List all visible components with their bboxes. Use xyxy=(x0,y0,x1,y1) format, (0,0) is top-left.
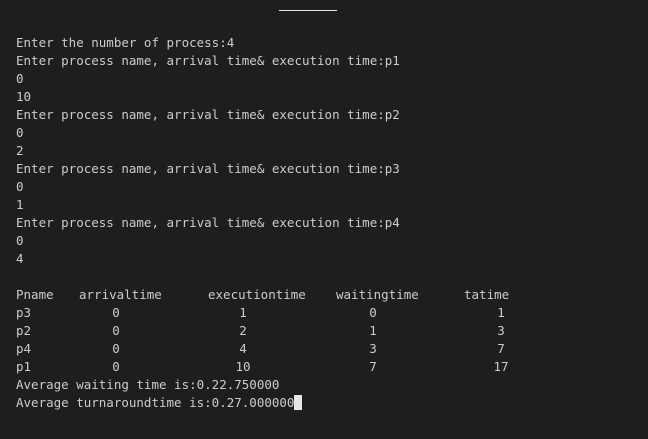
cell-pname: p4 xyxy=(16,341,32,356)
cell-waitingtime: 7 xyxy=(369,359,377,374)
terminal-window[interactable]: Enter the number of process:4 Enter proc… xyxy=(0,0,648,439)
input-execution-p4: 4 xyxy=(16,251,24,266)
table-row: p4 0 4 3 7 xyxy=(16,340,638,358)
cell-waitingtime: 0 xyxy=(369,305,377,320)
cell-executiontime: 4 xyxy=(239,341,247,356)
prompt-process-count: Enter the number of process:4 xyxy=(16,35,235,50)
cell-tatime: 7 xyxy=(497,341,505,356)
input-arrival-p2: 0 xyxy=(16,125,24,140)
prompt-process-p2: Enter process name, arrival time& execut… xyxy=(16,107,400,122)
table-row: p3 0 1 0 1 xyxy=(16,304,638,322)
cell-arrivaltime: 0 xyxy=(112,323,120,338)
cell-pname: p2 xyxy=(16,323,32,338)
cell-pname: p1 xyxy=(16,359,32,374)
terminal-output: Enter the number of process:4 Enter proc… xyxy=(16,34,638,412)
cell-executiontime: 2 xyxy=(239,323,247,338)
header-pname: Pname xyxy=(16,287,54,302)
scroll-indicator xyxy=(279,10,337,11)
average-turnaround-line: Average turnaroundtime is:0.27.000000 xyxy=(16,394,638,412)
prompt-process-p1: Enter process name, arrival time& execut… xyxy=(16,53,400,68)
cell-tatime: 17 xyxy=(493,359,509,374)
table-row: p2 0 2 1 3 xyxy=(16,322,638,340)
cell-tatime: 1 xyxy=(497,305,505,320)
cell-tatime: 3 xyxy=(497,323,505,338)
table-row: p1 0 10 7 17 xyxy=(16,358,638,376)
average-waiting-time: Average waiting time is:0.22.750000 xyxy=(16,377,280,392)
header-waitingtime: waitingtime xyxy=(336,287,419,302)
input-arrival-p1: 0 xyxy=(16,71,24,86)
cell-waitingtime: 1 xyxy=(369,323,377,338)
input-execution-p3: 1 xyxy=(16,197,24,212)
cell-arrivaltime: 0 xyxy=(112,305,120,320)
prompt-process-p4: Enter process name, arrival time& execut… xyxy=(16,215,400,230)
input-arrival-p3: 0 xyxy=(16,179,24,194)
input-arrival-p4: 0 xyxy=(16,233,24,248)
input-execution-p2: 2 xyxy=(16,143,24,158)
table-header: Pname arrivaltime executiontime waitingt… xyxy=(16,286,638,304)
cell-executiontime: 10 xyxy=(235,359,251,374)
cell-arrivaltime: 0 xyxy=(112,359,120,374)
header-tatime: tatime xyxy=(464,287,510,302)
header-arrivaltime: arrivaltime xyxy=(79,287,162,302)
cell-arrivaltime: 0 xyxy=(112,341,120,356)
cell-executiontime: 1 xyxy=(239,305,247,320)
header-executiontime: executiontime xyxy=(208,287,306,302)
input-execution-p1: 10 xyxy=(16,89,32,104)
text-cursor[interactable] xyxy=(294,395,303,410)
cell-waitingtime: 3 xyxy=(369,341,377,356)
cell-pname: p3 xyxy=(16,305,32,320)
prompt-process-p3: Enter process name, arrival time& execut… xyxy=(16,161,400,176)
